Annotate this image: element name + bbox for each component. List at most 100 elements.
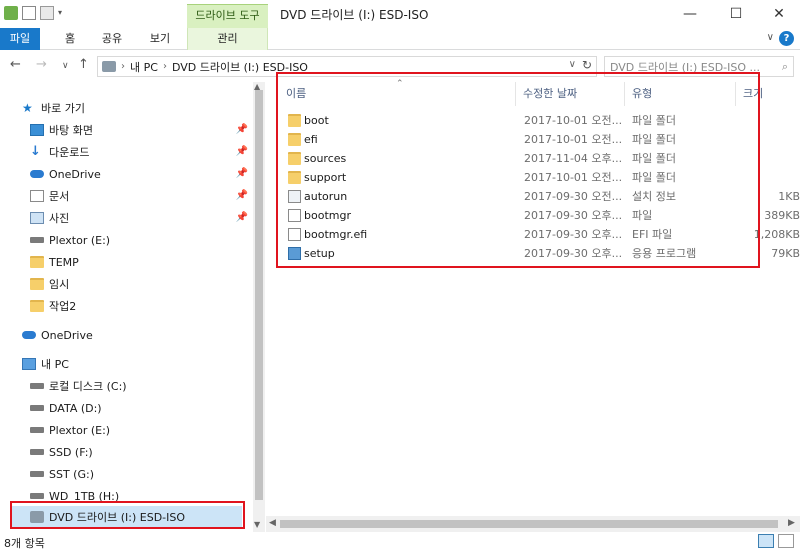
nav-pictures[interactable]: 사진 📌 [30,207,252,229]
dvd-drive-icon [102,61,116,72]
tab-home[interactable]: 홈 [55,28,85,50]
file-list-hscrollbar[interactable]: ◀ ▶ [266,516,800,532]
file-row-setup[interactable]: setup 2017-09-30 오후... 응용 프로그램 79KB [266,244,800,263]
file-row-boot[interactable]: boot 2017-10-01 오전... 파일 폴더 [266,111,800,130]
help-icon[interactable]: ? [779,31,794,46]
tab-manage[interactable]: 관리 [187,28,268,50]
pin-icon[interactable]: 📌 [236,212,248,223]
document-icon [30,190,44,202]
properties-icon[interactable] [22,6,36,20]
folder-icon [288,114,301,127]
pin-icon[interactable]: 📌 [236,146,248,157]
status-bar: 8개 항목 [0,532,800,551]
nav-onedrive-pinned[interactable]: OneDrive 📌 [30,163,252,185]
pin-icon[interactable]: 📌 [236,124,248,135]
drive-icon [30,237,44,243]
drive-icon [30,405,44,411]
column-header-name[interactable]: 이름 [280,82,516,106]
file-row-support[interactable]: support 2017-10-01 오전... 파일 폴더 [266,168,800,187]
minimize-button[interactable]: — [667,0,713,28]
file-date: 2017-09-30 오후... [524,247,623,260]
file-row-sources[interactable]: sources 2017-11-04 오후... 파일 폴더 [266,149,800,168]
file-type: 파일 [632,209,653,222]
details-view-icon[interactable] [758,534,774,548]
nav-desktop[interactable]: 바탕 화면 📌 [30,119,252,141]
tab-view[interactable]: 보기 [143,28,177,50]
nav-drive-d[interactable]: DATA (D:) [30,397,252,419]
setup-app-icon [288,247,301,260]
file-type: 응용 프로그램 [632,247,697,260]
scroll-thumb[interactable] [280,520,778,528]
file-row-autorun[interactable]: autorun 2017-09-30 오전... 설치 정보 1KB [266,187,800,206]
scroll-right-icon[interactable]: ▶ [788,518,795,528]
file-row-efi[interactable]: efi 2017-10-01 오전... 파일 폴더 [266,130,800,149]
maximize-button[interactable]: ☐ [713,0,759,28]
ribbon-expand-icon[interactable]: ∨ [767,32,774,43]
drive-icon [30,383,44,389]
column-header-size[interactable]: 크기 [737,82,800,106]
pin-icon[interactable]: 📌 [236,168,248,179]
column-header-type[interactable]: 유형 [626,82,736,106]
large-icons-view-icon[interactable] [778,534,794,548]
new-folder-icon[interactable] [40,6,54,20]
breadcrumb-my-pc[interactable]: 내 PC [130,59,158,75]
scroll-thumb[interactable] [255,90,263,500]
address-bar[interactable]: › 내 PC › DVD 드라이브 (I:) ESD-ISO ∨ ↻ [97,56,597,77]
file-date: 2017-10-01 오전... [524,114,623,127]
file-name: sources [304,152,347,165]
nav-onedrive[interactable]: OneDrive [22,324,252,346]
nav-drive-e[interactable]: Plextor (E:) [30,419,252,441]
tab-file[interactable]: 파일 [0,28,40,50]
qat-dropdown-icon[interactable]: ▾ [58,6,66,20]
cloud-icon [22,331,36,339]
nav-plextor-quick[interactable]: Plextor (E:) [30,229,252,251]
nav-temp[interactable]: TEMP [30,251,252,273]
nav-drive-f[interactable]: SSD (F:) [30,441,252,463]
scroll-down-icon[interactable]: ▼ [254,520,260,529]
file-name: support [304,171,347,184]
nav-downloads[interactable]: ↓ 다운로드 📌 [30,141,252,163]
nav-quick-access[interactable]: ★ 바로 가기 [22,97,274,119]
file-list: ⌃ 이름 수정한 날짜 유형 크기 boot 2017-10-01 오전... … [266,79,800,532]
close-button[interactable]: ✕ [756,0,800,28]
nav-drive-c[interactable]: 로컬 디스크 (C:) [30,375,252,397]
breadcrumb-dvd-drive[interactable]: DVD 드라이브 (I:) ESD-ISO [172,59,308,75]
forward-icon[interactable]: → [36,57,47,72]
file-name: bootmgr [304,209,351,222]
nav-pane-scrollbar[interactable]: ▲ ▼ [253,82,265,532]
search-icon: ⌕ [781,59,788,73]
drive-app-icon [4,6,18,20]
file-date: 2017-09-30 오후... [524,209,623,222]
file-date: 2017-09-30 오전... [524,190,623,203]
nav-documents[interactable]: 문서 📌 [30,185,252,207]
nav-drive-g[interactable]: SST (G:) [30,463,252,485]
recent-locations-icon[interactable]: ∨ [62,61,69,71]
file-size [740,130,800,149]
download-icon: ↓ [30,144,41,159]
ribbon-tabs: 파일 홈 공유 보기 관리 ∨ ? [0,28,800,50]
nav-imsi[interactable]: 임시 [30,273,252,295]
pin-icon[interactable]: 📌 [236,190,248,201]
search-input[interactable]: DVD 드라이브 (I:) ESD-ISO ... ⌕ [604,56,794,77]
refresh-icon[interactable]: ↻ [582,58,592,72]
file-row-bootmgr[interactable]: bootmgr 2017-09-30 오후... 파일 389KB [266,206,800,225]
nav-dvd-drive[interactable]: DVD 드라이브 (I:) ESD-ISO [12,506,242,528]
folder-icon [30,278,44,290]
drive-icon [30,427,44,433]
file-date: 2017-10-01 오전... [524,133,623,146]
file-type: 파일 폴더 [632,133,676,146]
back-icon[interactable]: ← [10,57,21,72]
tab-share[interactable]: 공유 [95,28,129,50]
nav-this-pc[interactable]: 내 PC [22,353,252,375]
column-header-date[interactable]: 수정한 날짜 [517,82,625,106]
nav-drive-h[interactable]: WD_1TB (H:) [30,485,252,507]
address-dropdown-icon[interactable]: ∨ [569,59,576,70]
file-date: 2017-10-01 오전... [524,171,623,184]
nav-work2[interactable]: 작업2 [30,295,252,317]
up-icon[interactable]: ↑ [78,57,89,72]
file-name: boot [304,114,329,127]
breadcrumb-separator-icon: › [162,61,167,72]
window-title: DVD 드라이브 (I:) ESD-ISO [280,8,429,22]
file-row-bootmgr-efi[interactable]: bootmgr.efi 2017-09-30 오후... EFI 파일 1,20… [266,225,800,244]
scroll-left-icon[interactable]: ◀ [269,518,276,528]
